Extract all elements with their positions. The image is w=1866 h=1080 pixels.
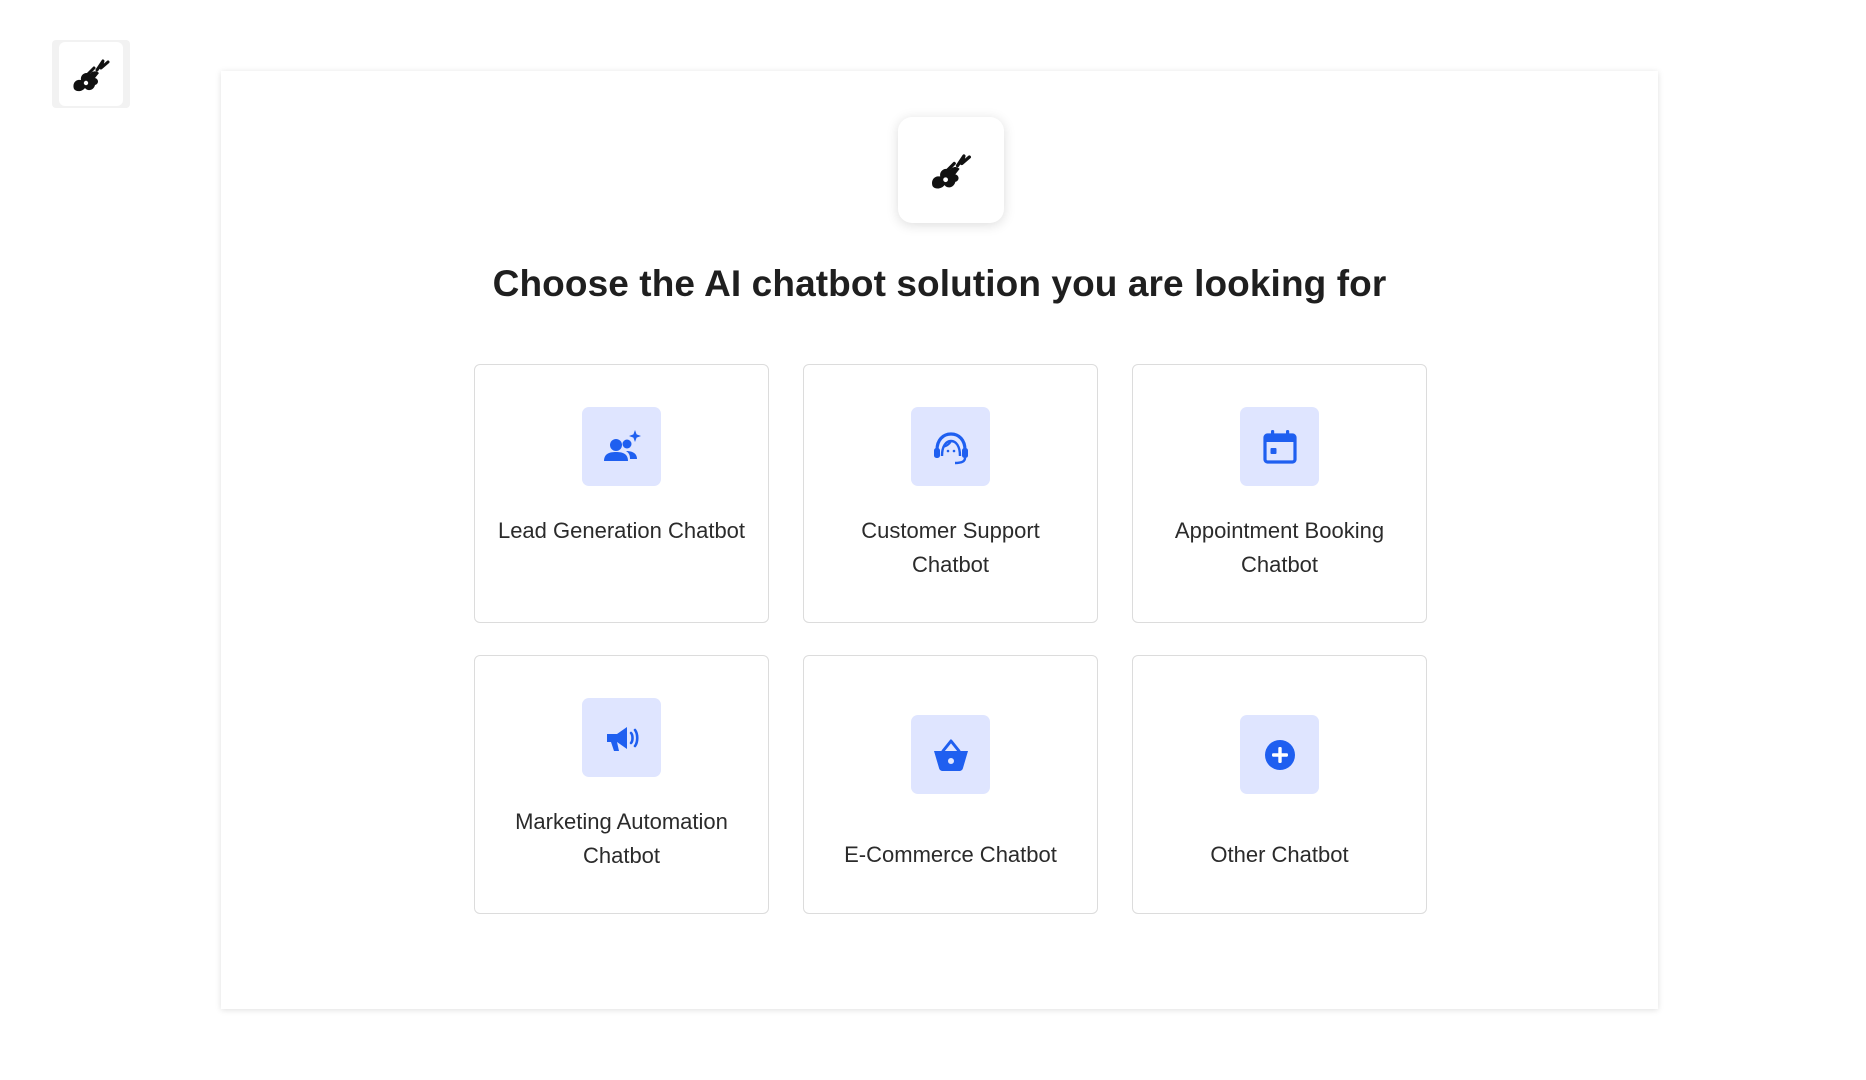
megaphone-icon bbox=[606, 726, 639, 751]
option-card-customer-support[interactable]: Customer Support Chatbot bbox=[803, 364, 1098, 623]
solution-picker-panel: Choose the AI chatbot solution you are l… bbox=[221, 71, 1658, 1009]
option-card-appointment-booking[interactable]: Appointment Booking Chatbot bbox=[1132, 364, 1427, 623]
chatbot-options-grid: Lead Generation Chatbot Customer Support… bbox=[474, 364, 1427, 914]
shopping-basket-icon bbox=[933, 739, 968, 771]
calendar-icon bbox=[1262, 429, 1297, 464]
option-icon-box bbox=[911, 715, 990, 794]
option-icon-box bbox=[1240, 715, 1319, 794]
page-title: Choose the AI chatbot solution you are l… bbox=[492, 263, 1387, 304]
hero-logo bbox=[898, 117, 1004, 223]
headset-agent-icon bbox=[933, 431, 968, 464]
option-icon-box bbox=[582, 698, 661, 777]
plus-circle-icon bbox=[1264, 739, 1295, 770]
option-icon-box bbox=[911, 407, 990, 486]
option-card-lead-generation[interactable]: Lead Generation Chatbot bbox=[474, 364, 769, 623]
option-label: Marketing Automation Chatbot bbox=[515, 809, 728, 868]
option-icon-box bbox=[582, 407, 661, 486]
option-label: Lead Generation Chatbot bbox=[497, 518, 746, 543]
guitar-plug-icon bbox=[73, 59, 110, 92]
option-label: Customer Support Chatbot bbox=[861, 518, 1040, 577]
option-card-marketing-automation[interactable]: Marketing Automation Chatbot bbox=[474, 655, 769, 914]
option-label: E-Commerce Chatbot bbox=[844, 842, 1057, 867]
corner-logo[interactable] bbox=[52, 40, 130, 108]
users-sparkle-icon bbox=[603, 429, 641, 461]
option-label: Appointment Booking Chatbot bbox=[1174, 518, 1385, 577]
option-icon-box bbox=[1240, 407, 1319, 486]
option-label: Other Chatbot bbox=[1210, 842, 1349, 867]
corner-logo-inner bbox=[59, 42, 123, 106]
option-card-other[interactable]: Other Chatbot bbox=[1132, 655, 1427, 914]
option-card-e-commerce[interactable]: E-Commerce Chatbot bbox=[803, 655, 1098, 914]
guitar-plug-icon bbox=[932, 154, 971, 189]
